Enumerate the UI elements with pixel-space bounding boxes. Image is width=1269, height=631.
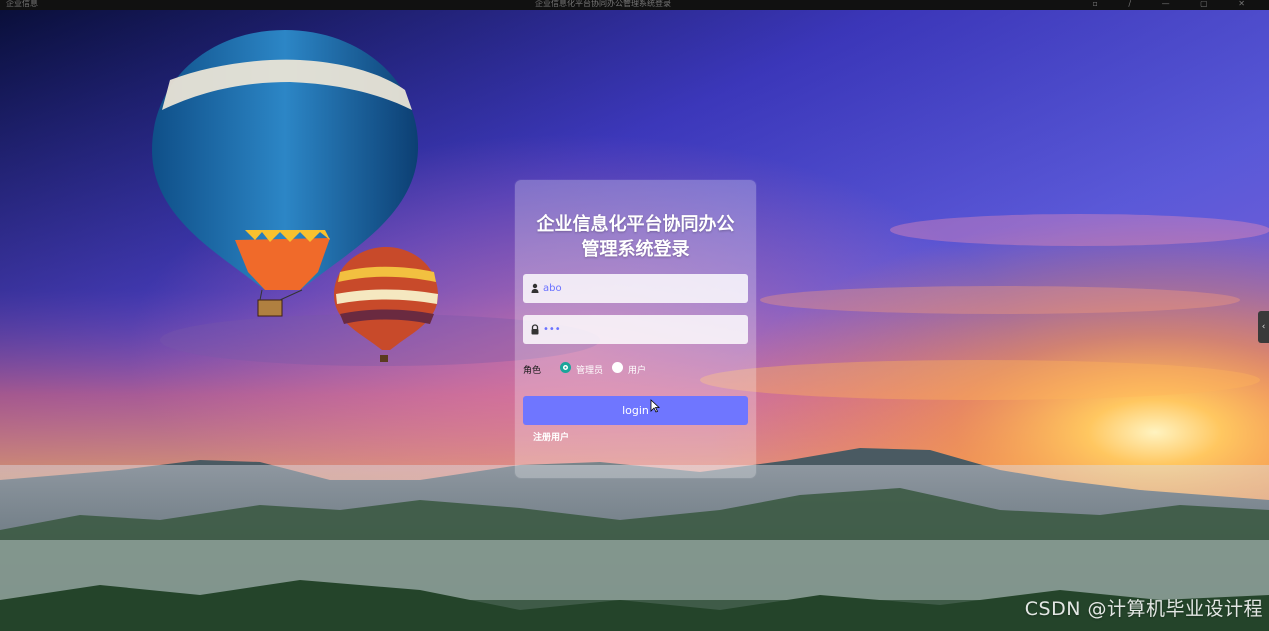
login-card: 企业信息化平台协同办公 管理系统登录 角色 管理员 用户 login 注 bbox=[515, 180, 756, 478]
role-radio-user[interactable] bbox=[612, 362, 623, 373]
window-controls[interactable]: ▫ ∕ — ▢ ✕ bbox=[1092, 0, 1259, 8]
browser-top-bar: 企业信息 企业信息化平台协同办公管理系统登录 ▫ ∕ — ▢ ✕ bbox=[0, 0, 1269, 10]
browser-window-title: 企业信息化平台协同办公管理系统登录 bbox=[535, 0, 671, 8]
login-screen: 企业信息 企业信息化平台协同办公管理系统登录 ▫ ∕ — ▢ ✕ ‹ 企业信息化… bbox=[0, 0, 1269, 631]
password-input[interactable] bbox=[543, 315, 738, 344]
role-label: 角色 bbox=[523, 366, 542, 376]
page-title: 企业信息化平台协同办公 管理系统登录 bbox=[515, 212, 756, 262]
register-link[interactable]: 注册用户 bbox=[533, 430, 569, 443]
role-radio-user-label[interactable]: 用户 bbox=[628, 363, 646, 376]
side-collapse-tab[interactable]: ‹ bbox=[1258, 311, 1269, 343]
browser-tab-label[interactable]: 企业信息 bbox=[6, 0, 38, 8]
role-radio-admin[interactable] bbox=[560, 362, 571, 373]
username-input[interactable] bbox=[543, 274, 738, 303]
lock-icon bbox=[531, 324, 539, 335]
password-field[interactable] bbox=[523, 315, 748, 344]
title-line-1: 企业信息化平台协同办公 bbox=[536, 214, 735, 235]
watermark-text: CSDN @计算机毕业设计程 bbox=[1024, 598, 1263, 620]
user-icon bbox=[531, 283, 539, 293]
mouse-cursor-icon bbox=[650, 399, 660, 413]
role-radio-admin-label[interactable]: 管理员 bbox=[576, 363, 603, 376]
role-selector: 角色 管理员 用户 bbox=[523, 361, 748, 376]
title-line-2: 管理系统登录 bbox=[581, 239, 690, 260]
username-field[interactable] bbox=[523, 274, 748, 303]
login-button[interactable]: login bbox=[523, 396, 748, 425]
